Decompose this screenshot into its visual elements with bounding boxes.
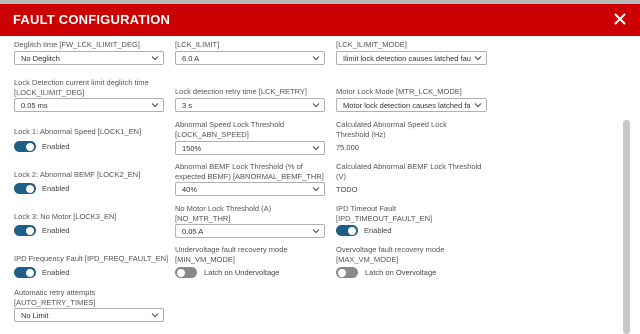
lock3-en-toggle-label: Enabled <box>42 226 70 235</box>
no-mtr-thr-select[interactable]: 0.05 A <box>175 224 325 238</box>
lck-ilimit-mode-label: [LCK_ILIMIT_MODE] <box>336 40 407 49</box>
mtr-lck-mode-label: Motor Lock Mode [MTR_LCK_MODE] <box>336 87 462 96</box>
lock-abn-speed-label: Abnormal Speed Lock Threshold [LOCK_ABN_… <box>175 120 284 139</box>
lock-ilimit-deg-select[interactable]: 0.05 ms <box>14 98 164 112</box>
max-vm-mode-label: Overvoltage fault recovery mode [MAX_VM_… <box>336 245 444 264</box>
label-line: expected BEMF) [ABNORMAL_BEMF_THR] <box>175 171 324 181</box>
ipd-freq-fault-toggle[interactable] <box>14 267 36 278</box>
lck-retry-value: 3 s <box>182 101 193 110</box>
label-line: Undervoltage fault recovery mode <box>175 245 288 254</box>
toggle-knob <box>177 268 185 277</box>
label-line: Abnormal Speed Lock Threshold <box>175 120 285 129</box>
abnormal-bemf-thr-value: 40% <box>182 185 198 194</box>
lock1-en-toggle-label: Enabled <box>42 142 70 151</box>
lock1-en-toggle[interactable] <box>14 141 36 152</box>
mtr-lck-mode-value: Motor lock detection causes latched fa <box>343 101 471 110</box>
mtr-lck-mode-select[interactable]: Motor lock detection causes latched fa <box>336 98 487 112</box>
auto-retry-times-select[interactable]: No Limit <box>14 308 164 322</box>
lck-retry-label: Lock detection retry time [LCK_RETRY] <box>175 87 307 96</box>
chevron-down-icon <box>312 56 320 61</box>
dialog-content: Deglitch time [FW_LCK_ILIMIT_DEG] No Deg… <box>0 36 640 334</box>
deglitch-time-label: Deglitch time [FW_LCK_ILIMIT_DEG] <box>14 40 140 49</box>
ipd-freq-fault-toggle-label: Enabled <box>42 268 70 277</box>
chevron-down-icon <box>151 103 159 108</box>
label-line: Abnormal BEMF Lock Threshold (% of <box>175 162 303 171</box>
toggle-knob <box>26 142 34 151</box>
close-icon[interactable] <box>610 9 630 29</box>
lock-ilimit-deg-value: 0.05 ms <box>21 101 48 110</box>
lock-abn-speed-value: 150% <box>182 144 202 153</box>
auto-retry-times-value: No Limit <box>21 311 49 320</box>
label-line: [NO_MTR_THR] <box>175 213 231 223</box>
ipd-freq-fault-label: IPD Frequency Fault [IPD_FREQ_FAULT_EN] <box>14 254 169 263</box>
label-line: [MIN_VM_MODE] <box>175 254 236 264</box>
lock-ilimit-deg-label: Lock Detection current limit deglitch ti… <box>14 78 149 97</box>
chevron-down-icon <box>312 187 320 192</box>
calc-abn-speed-value: 75.000 <box>336 143 359 152</box>
min-vm-mode-label: Undervoltage fault recovery mode [MIN_VM… <box>175 245 288 264</box>
label-line: Lock Detection current limit deglitch ti… <box>14 78 149 87</box>
toggle-knob <box>26 226 34 235</box>
lock2-en-label: Lock 2: Abnormal BEMF [LOCK2_EN] <box>14 170 141 179</box>
chevron-down-icon <box>312 229 320 234</box>
label-line: (V) <box>336 171 346 181</box>
label-line: [LOCK_ILIMIT_DEG] <box>14 87 85 97</box>
label-line: [AUTO_RETRY_TIMES] <box>14 297 96 307</box>
label-line: Calculated Abnormal BEMF Lock Threshold <box>336 162 482 171</box>
abnormal-bemf-thr-select[interactable]: 40% <box>175 182 325 196</box>
label-line: [MAX_VM_MODE] <box>336 254 399 264</box>
dialog-header: FAULT CONFIGURATION <box>0 4 640 36</box>
label-line: Overvoltage fault recovery mode <box>336 245 445 254</box>
calc-abn-bemf-value: TODO <box>336 185 358 194</box>
ipd-timeout-fault-label: IPD Timeout Fault [IPD_TIMEOUT_FAULT_EN] <box>336 204 432 223</box>
label-line: [IPD_TIMEOUT_FAULT_EN] <box>336 213 433 223</box>
no-mtr-thr-label: No Motor Lock Threshold (A) [NO_MTR_THR] <box>175 204 271 223</box>
toggle-knob <box>348 226 356 235</box>
lck-ilimit-select[interactable]: 6.0 A <box>175 51 325 65</box>
label-line: Automatic retry attempts <box>14 288 96 297</box>
lck-ilimit-label: [LCK_ILIMIT] <box>175 40 220 49</box>
min-vm-mode-toggle-label: Latch on Undervoltage <box>204 268 280 277</box>
fault-configuration-dialog: FAULT CONFIGURATION Deglitch time [FW_LC… <box>0 4 640 334</box>
label-line: Threshold (Hz) <box>336 129 386 139</box>
deglitch-time-value: No Deglitch <box>21 54 60 63</box>
label-line: Calculated Abnormal Speed Lock <box>336 120 447 129</box>
label-line: IPD Timeout Fault <box>336 204 397 213</box>
lock2-en-toggle-label: Enabled <box>42 184 70 193</box>
lck-ilimit-value: 6.0 A <box>182 54 200 63</box>
dialog-title: FAULT CONFIGURATION <box>13 12 171 27</box>
calc-abn-speed-label: Calculated Abnormal Speed Lock Threshold… <box>336 120 447 139</box>
chevron-down-icon <box>312 103 320 108</box>
ipd-timeout-fault-toggle-label: Enabled <box>364 226 392 235</box>
ipd-timeout-fault-toggle[interactable] <box>336 225 358 236</box>
calc-abn-bemf-label: Calculated Abnormal BEMF Lock Threshold … <box>336 162 481 181</box>
toggle-knob <box>26 268 34 277</box>
toggle-knob <box>338 268 346 277</box>
chevron-down-icon <box>474 56 482 61</box>
min-vm-mode-toggle[interactable] <box>175 267 197 278</box>
lock-abn-speed-select[interactable]: 150% <box>175 141 325 155</box>
lock3-en-label: Lock 3: No Motor [LOCK3_EN] <box>14 212 117 221</box>
toggle-knob <box>26 184 34 193</box>
label-line: No Motor Lock Threshold (A) <box>175 204 272 213</box>
lck-ilimit-mode-value: Ilimit lock detection causes latched fau <box>343 54 471 63</box>
lock3-en-toggle[interactable] <box>14 225 36 236</box>
lock2-en-toggle[interactable] <box>14 183 36 194</box>
no-mtr-thr-value: 0.05 A <box>182 227 204 236</box>
max-vm-mode-toggle-label: Latch on Overvoltage <box>365 268 437 277</box>
max-vm-mode-toggle[interactable] <box>336 267 358 278</box>
chevron-down-icon <box>474 103 482 108</box>
lck-ilimit-mode-select[interactable]: Ilimit lock detection causes latched fau <box>336 51 487 65</box>
chevron-down-icon <box>151 313 159 318</box>
chevron-down-icon <box>312 146 320 151</box>
label-line: [LOCK_ABN_SPEED] <box>175 129 249 139</box>
lock1-en-label: Lock 1: Abnormal Speed [LOCK1_EN] <box>14 127 142 136</box>
auto-retry-times-label: Automatic retry attempts [AUTO_RETRY_TIM… <box>14 288 95 307</box>
chevron-down-icon <box>151 56 159 61</box>
deglitch-time-select[interactable]: No Deglitch <box>14 51 164 65</box>
lck-retry-select[interactable]: 3 s <box>175 98 325 112</box>
abnormal-bemf-thr-label: Abnormal BEMF Lock Threshold (% of expec… <box>175 162 324 181</box>
scrollbar-thumb[interactable] <box>623 120 630 334</box>
